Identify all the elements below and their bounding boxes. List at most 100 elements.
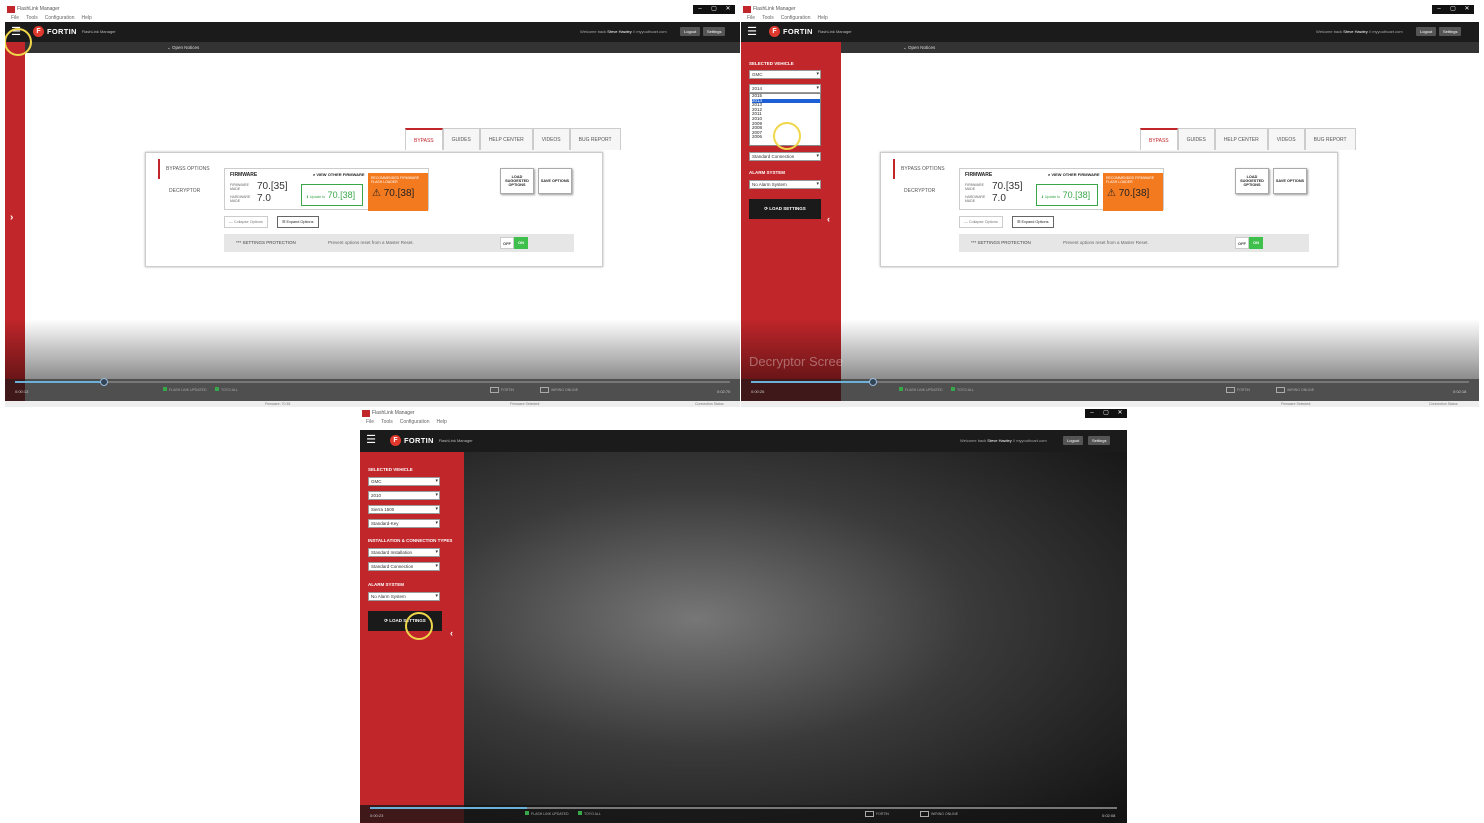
hardware-label: HARDWARE MADE — [230, 195, 251, 203]
wiring-online-icon: WIRING ONLINE — [540, 387, 578, 393]
menu-file[interactable]: File — [366, 418, 374, 426]
welcome-text: Welcome back Steve Hawley // myyouthcart… — [580, 29, 667, 34]
maximize-icon[interactable]: ▢ — [1446, 5, 1460, 14]
menu-tools[interactable]: Tools — [762, 14, 774, 22]
window-title: FlashLink Manager — [17, 6, 60, 12]
key-type-select[interactable]: Standard-Key — [368, 519, 440, 528]
maximize-icon[interactable]: ▢ — [1099, 409, 1113, 418]
year-select[interactable]: 2010 — [368, 491, 440, 500]
update-firmware-button[interactable]: ⬇ Update to 70.[38] — [301, 184, 363, 206]
menu-tools[interactable]: Tools — [26, 14, 38, 22]
tab-bypass[interactable]: BYPASS — [1140, 128, 1178, 150]
logout-button[interactable]: Logout — [1063, 436, 1084, 445]
collapse-options-button[interactable]: — Collapse Options — [959, 216, 1003, 228]
menu-help[interactable]: Help — [818, 14, 828, 22]
tab-bug-report[interactable]: BUG REPORT — [569, 128, 621, 150]
video-progress-track[interactable] — [370, 807, 1117, 809]
menu-bar: File Tools Configuration Help — [360, 418, 1127, 426]
menu-file[interactable]: File — [747, 14, 755, 22]
minimize-icon[interactable]: – — [1432, 5, 1446, 14]
video-progress-track[interactable] — [15, 378, 730, 386]
model-select[interactable]: Sierra 1500 — [368, 505, 440, 514]
collapse-options-button[interactable]: — Collapse Options — [224, 216, 268, 228]
expand-arrow-icon[interactable]: › — [10, 212, 13, 223]
collapse-sidebar-icon[interactable]: ‹ — [450, 628, 453, 638]
open-notices[interactable]: ⌄ Open Notices — [167, 44, 199, 51]
minimize-icon[interactable]: – — [1085, 409, 1099, 418]
load-suggested-options-button[interactable]: LOAD SUGGESTED OPTIONS — [1235, 168, 1269, 194]
close-icon[interactable]: ✕ — [1113, 409, 1127, 418]
tab-help-center[interactable]: HELP CENTER — [479, 128, 533, 150]
hamburger-menu-icon[interactable]: ☰ — [745, 25, 759, 39]
make-select[interactable]: GMC — [368, 477, 440, 486]
alarm-select[interactable]: No Alarm System — [368, 592, 440, 601]
save-options-button[interactable]: SAVE OPTIONS — [538, 168, 572, 194]
cursor-highlight — [405, 612, 433, 640]
flash-link-status: FLASH LINK UPDATED — [899, 387, 942, 392]
load-suggested-options-button[interactable]: LOAD SUGGESTED OPTIONS — [500, 168, 534, 194]
recommended-firmware[interactable]: RECOMMENDED FIRMWARE FLASH LOADER ⚠ 70.[… — [368, 173, 428, 211]
save-options-button[interactable]: SAVE OPTIONS — [1273, 168, 1307, 194]
view-other-firmware[interactable]: ⌕ VIEW OTHER FIRMWARE — [1048, 172, 1100, 177]
view-other-firmware[interactable]: ⌕ VIEW OTHER FIRMWARE — [313, 172, 365, 177]
expand-options-button[interactable]: ☰ Expand Options — [277, 216, 319, 228]
collapse-sidebar-icon[interactable]: ‹ — [827, 214, 830, 224]
connection-select[interactable]: Standard Connection — [749, 152, 821, 161]
close-icon[interactable]: ✕ — [1460, 5, 1474, 14]
open-notices[interactable]: ⌄ Open Notices — [903, 44, 935, 51]
video-time-elapsed: 0:00:23 — [370, 813, 384, 818]
menu-help[interactable]: Help — [82, 14, 92, 22]
logout-button[interactable]: Logout — [680, 27, 701, 36]
protection-toggle[interactable]: OFF ON — [1235, 237, 1263, 249]
connection-select[interactable]: Standard Connection — [368, 562, 440, 571]
logout-button[interactable]: Logout — [1416, 27, 1437, 36]
tab-guides[interactable]: GUIDES — [442, 128, 480, 150]
settings-protection-row: *** SETTINGS PROTECTION Prevent options r… — [224, 234, 574, 252]
load-settings-button[interactable]: ⟳ LOAD SETTINGS — [749, 199, 821, 219]
protection-toggle[interactable]: OFF ON — [500, 237, 528, 249]
maximize-icon[interactable]: ▢ — [707, 5, 721, 14]
video-time-elapsed: 0:00:26 — [751, 389, 765, 394]
menu-configuration[interactable]: Configuration — [781, 14, 811, 22]
option-decryptor[interactable]: DECRYPTOR — [163, 181, 215, 201]
hamburger-menu-icon[interactable]: ☰ — [364, 433, 378, 447]
menu-file[interactable]: File — [11, 14, 19, 22]
tab-videos[interactable]: VIDEOS — [532, 128, 570, 150]
video-time-total: 0:02:18 — [1453, 389, 1467, 394]
installation-select[interactable]: Standard Installation — [368, 548, 440, 557]
option-bypass-options[interactable]: BYPASS OPTIONS — [158, 159, 210, 179]
minimize-icon[interactable]: – — [693, 5, 707, 14]
fortin-logo: F FORTIN FlashLink Manager — [390, 435, 473, 446]
tab-videos[interactable]: VIDEOS — [1267, 128, 1305, 150]
hardware-value: 7.0 — [257, 193, 271, 204]
menu-configuration[interactable]: Configuration — [400, 418, 430, 426]
video-seek-knob[interactable] — [869, 378, 877, 386]
tab-guides[interactable]: GUIDES — [1177, 128, 1215, 150]
option-decryptor[interactable]: DECRYPTOR — [898, 181, 950, 201]
update-firmware-button[interactable]: ⬇ Update to 70.[38] — [1036, 184, 1098, 206]
menu-configuration[interactable]: Configuration — [45, 14, 75, 22]
tab-bypass[interactable]: BYPASS — [405, 128, 443, 150]
video-seek-knob[interactable] — [100, 378, 108, 386]
menu-tools[interactable]: Tools — [381, 418, 393, 426]
settings-button[interactable]: Settings — [1088, 436, 1111, 445]
make-select[interactable]: GMC — [749, 70, 821, 79]
settings-button[interactable]: Settings — [1439, 27, 1462, 36]
expand-options-button[interactable]: ☰ Expand Options — [1012, 216, 1054, 228]
close-icon[interactable]: ✕ — [721, 5, 735, 14]
recommended-firmware[interactable]: RECOMMENDED FIRMWARE FLASH LOADER ⚠ 70.[… — [1103, 173, 1163, 211]
video-progress-track[interactable] — [751, 378, 1469, 386]
window-title-bar: FlashLink Manager — [741, 5, 1479, 14]
window-controls: – ▢ ✕ — [1432, 5, 1474, 14]
tab-bug-report[interactable]: BUG REPORT — [1304, 128, 1356, 150]
fortin-logo: F FORTIN FlashLink Manager — [33, 26, 116, 37]
option-bypass-options[interactable]: BYPASS OPTIONS — [893, 159, 945, 179]
year-select[interactable]: 2014 — [749, 84, 821, 93]
settings-button[interactable]: Settings — [703, 27, 726, 36]
tab-help-center[interactable]: HELP CENTER — [1214, 128, 1268, 150]
alarm-select[interactable]: No Alarm System — [749, 180, 821, 189]
menu-help[interactable]: Help — [437, 418, 447, 426]
firmware-mode-status: TOYO ALL — [951, 387, 974, 392]
fortin-device-icon: FORTIN — [1226, 387, 1250, 393]
app-header: ☰ F FORTIN FlashLink Manager Welcome back … — [360, 430, 1127, 452]
